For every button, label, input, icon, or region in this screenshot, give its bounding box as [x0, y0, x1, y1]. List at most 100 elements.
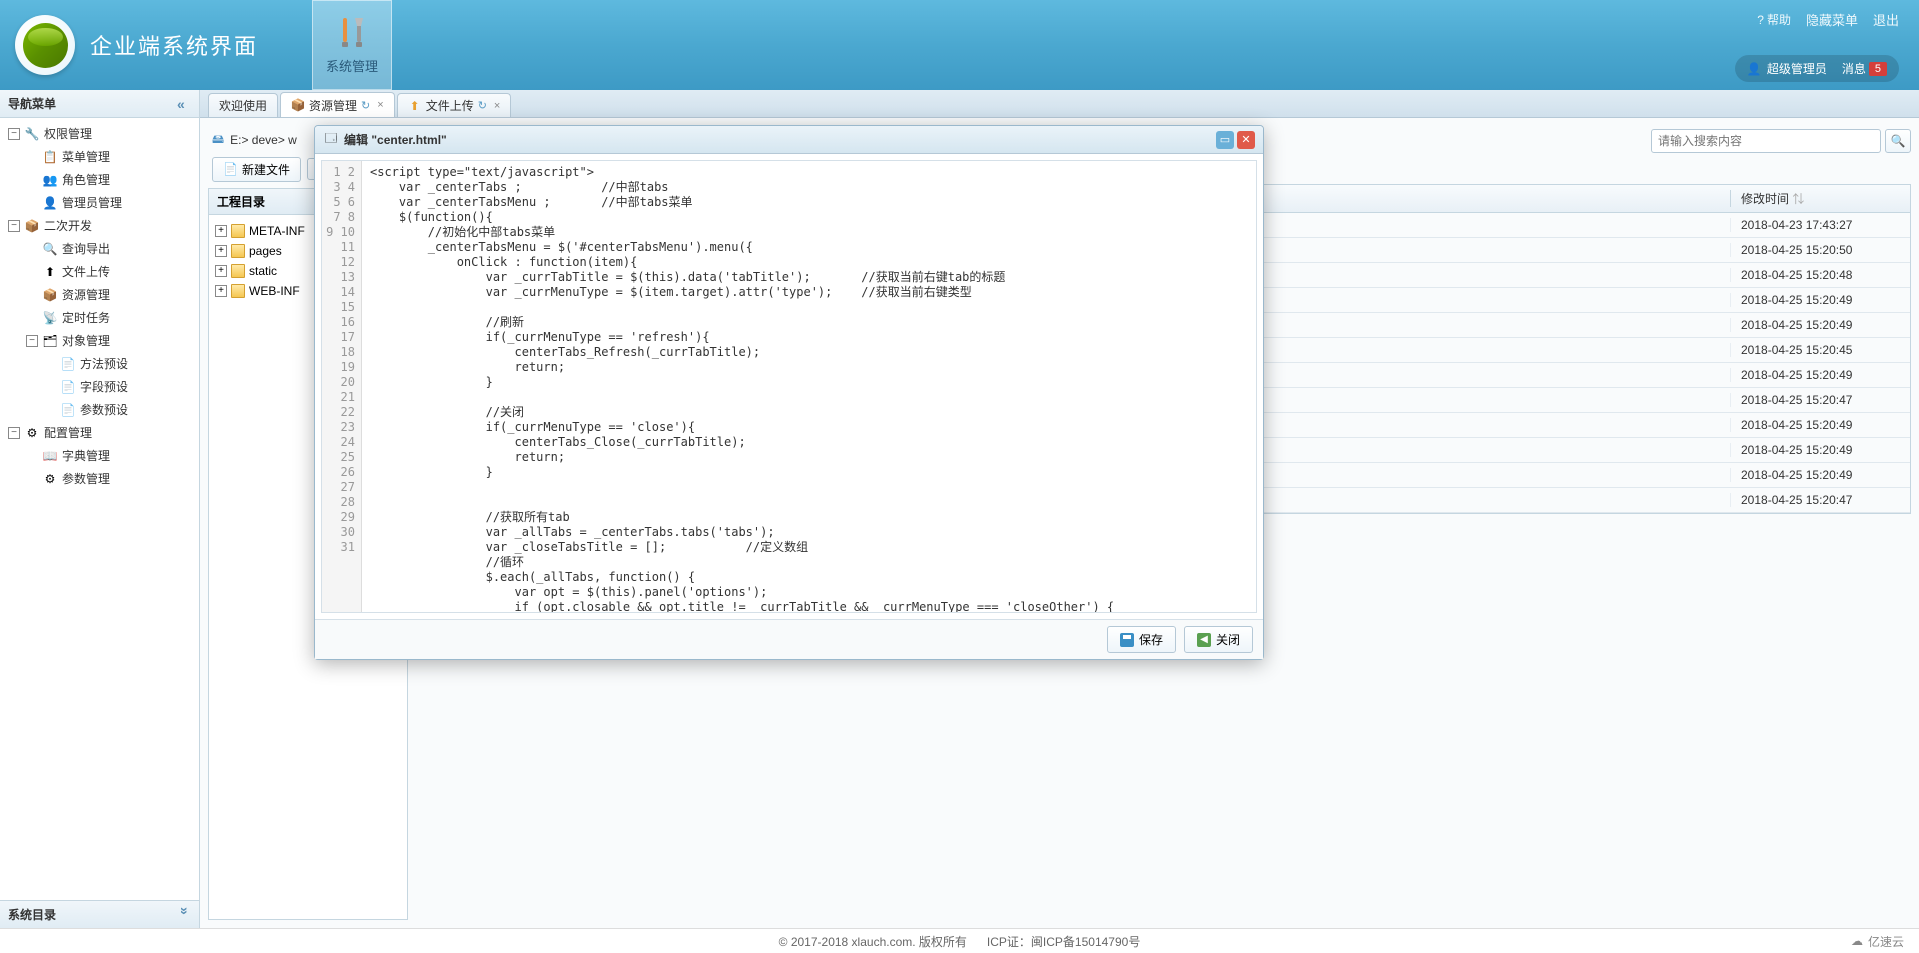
close-dialog-button[interactable]: ◀ 关闭	[1184, 626, 1253, 653]
folder-toggle-icon[interactable]: +	[215, 245, 227, 257]
user-menu[interactable]: 👤 超级管理员	[1747, 60, 1827, 77]
new-file-button[interactable]: 📄 新建文件	[212, 157, 301, 182]
minimize-button[interactable]: ▭	[1216, 131, 1234, 149]
app-title: 企业端系统界面	[90, 29, 258, 61]
sidebar-item[interactable]: 👤管理员管理	[8, 191, 199, 214]
dialog-title: 编辑 "center.html"	[344, 131, 1216, 148]
folder-toggle-icon[interactable]: +	[215, 285, 227, 297]
sidebar-item[interactable]: ⬆文件上传	[8, 260, 199, 283]
code-editor[interactable]: <script type="text/javascript"> var _cen…	[362, 161, 1256, 612]
sidebar-item[interactable]: 📦资源管理	[8, 283, 199, 306]
save-icon	[1120, 633, 1134, 647]
hide-menu-link[interactable]: 隐藏菜单	[1806, 10, 1858, 29]
sidebar-header: 导航菜单 «	[0, 90, 199, 118]
tree-label: 查询导出	[62, 240, 110, 257]
cell-time: 2018-04-25 15:20:49	[1730, 318, 1900, 332]
sidebar-item[interactable]: 🔍查询导出	[8, 237, 199, 260]
tab-icon: ⬆	[408, 99, 422, 113]
tree-toggle-icon[interactable]: −	[8, 128, 20, 140]
tree-toggle-icon[interactable]: −	[26, 335, 38, 347]
tab[interactable]: ⬆ 文件上传 ↻ ×	[397, 93, 512, 117]
tree-icon: 🗂	[42, 333, 58, 349]
tree-icon: 👥	[42, 172, 58, 188]
tree-toggle-icon[interactable]: −	[8, 427, 20, 439]
footer: © 2017-2018 xlauch.com. 版权所有 ICP证：闽ICP备1…	[0, 928, 1919, 953]
tree-label: 角色管理	[62, 171, 110, 188]
tab-label: 欢迎使用	[219, 97, 267, 114]
sidebar-item[interactable]: 📋菜单管理	[8, 145, 199, 168]
cell-time: 2018-04-25 15:20:45	[1730, 343, 1900, 357]
tree-label: 参数预设	[80, 401, 128, 418]
tree-icon: 📋	[42, 149, 58, 165]
expand-icon[interactable]: »	[177, 907, 193, 923]
cell-time: 2018-04-25 15:20:49	[1730, 418, 1900, 432]
tab-close-icon[interactable]: ×	[377, 99, 383, 111]
dialog-titlebar[interactable]: 🗔 编辑 "center.html" ▭ ✕	[315, 126, 1263, 154]
tree-icon: 📖	[42, 448, 58, 464]
tree-label: 资源管理	[62, 286, 110, 303]
tree-icon: 📦	[24, 218, 40, 234]
tree-icon: ⚙	[24, 425, 40, 441]
sidebar-item[interactable]: 📡定时任务	[8, 306, 199, 329]
sidebar-item[interactable]: −🗂对象管理	[8, 329, 199, 352]
sidebar-item[interactable]: 📄方法预设	[8, 352, 199, 375]
sidebar-item[interactable]: 📄字段预设	[8, 375, 199, 398]
search-button[interactable]: 🔍	[1885, 129, 1911, 153]
nav-system-manage[interactable]: 系统管理	[312, 0, 392, 90]
sidebar-item[interactable]: 📖字典管理	[8, 444, 199, 467]
tabs-bar: 欢迎使用 📦 资源管理 ↻ × ⬆ 文件上传 ↻ ×	[200, 90, 1919, 118]
tree-toggle-icon[interactable]: −	[8, 220, 20, 232]
breadcrumb-path: E:> deve> w	[230, 133, 297, 147]
footer-brand: ☁ 亿速云	[1851, 933, 1904, 950]
messages-link[interactable]: 消息 5	[1842, 60, 1887, 77]
tab-close-icon[interactable]: ×	[494, 100, 500, 112]
tab-icon: 📦	[291, 98, 305, 112]
sidebar-item[interactable]: −⚙配置管理	[8, 421, 199, 444]
save-button[interactable]: 保存	[1107, 626, 1176, 653]
tree-icon: ⬆	[42, 264, 58, 280]
logout-link[interactable]: 退出	[1873, 10, 1899, 29]
tree-icon: 🔍	[42, 241, 58, 257]
sidebar-item[interactable]: −🔧权限管理	[8, 122, 199, 145]
tree-label: 对象管理	[62, 332, 110, 349]
collapse-icon[interactable]: «	[177, 96, 193, 112]
sidebar-item[interactable]: ⚙参数管理	[8, 467, 199, 490]
folder-toggle-icon[interactable]: +	[215, 225, 227, 237]
folder-label: pages	[249, 244, 282, 258]
tab[interactable]: 📦 资源管理 ↻ ×	[280, 92, 395, 117]
tools-icon	[336, 16, 368, 48]
sidebar-footer[interactable]: 系统目录 »	[0, 900, 199, 928]
close-button[interactable]: ✕	[1237, 131, 1255, 149]
folder-toggle-icon[interactable]: +	[215, 265, 227, 277]
icp: ICP证：闽ICP备15014790号	[987, 933, 1140, 950]
tree-label: 权限管理	[44, 125, 92, 142]
sidebar-item[interactable]: −📦二次开发	[8, 214, 199, 237]
copyright: © 2017-2018 xlauch.com. 版权所有	[779, 933, 967, 950]
header-right-bottom: 👤 超级管理员 消息 5	[1735, 55, 1899, 82]
refresh-icon[interactable]: ↻	[478, 99, 487, 112]
close-icon: ◀	[1197, 633, 1211, 647]
user-icon: 👤	[1747, 62, 1762, 76]
help-link[interactable]: ?帮助	[1757, 11, 1791, 28]
window-icon: 🗔	[323, 132, 339, 148]
folder-label: static	[249, 264, 277, 278]
cell-time: 2018-04-25 15:20:49	[1730, 293, 1900, 307]
drive-icon: 🖴	[212, 130, 224, 151]
sidebar-item[interactable]: 👥角色管理	[8, 168, 199, 191]
tree-label: 字典管理	[62, 447, 110, 464]
tree-label: 二次开发	[44, 217, 92, 234]
tab[interactable]: 欢迎使用	[208, 93, 278, 117]
sidebar-item[interactable]: 📄参数预设	[8, 398, 199, 421]
tab-label: 资源管理	[309, 97, 357, 114]
sort-icon: ⇅	[1792, 192, 1804, 206]
tree-label: 字段预设	[80, 378, 128, 395]
search-input[interactable]	[1651, 129, 1881, 153]
refresh-icon[interactable]: ↻	[361, 99, 370, 112]
cloud-icon: ☁	[1851, 934, 1863, 948]
line-gutter: 1 2 3 4 5 6 7 8 9 10 11 12 13 14 15 16 1…	[322, 161, 362, 612]
col-modify-time[interactable]: 修改时间 ⇅	[1730, 190, 1900, 207]
tree-label: 配置管理	[44, 424, 92, 441]
tree-label: 文件上传	[62, 263, 110, 280]
tab-label: 文件上传	[426, 97, 474, 114]
help-icon: ?	[1757, 13, 1764, 27]
